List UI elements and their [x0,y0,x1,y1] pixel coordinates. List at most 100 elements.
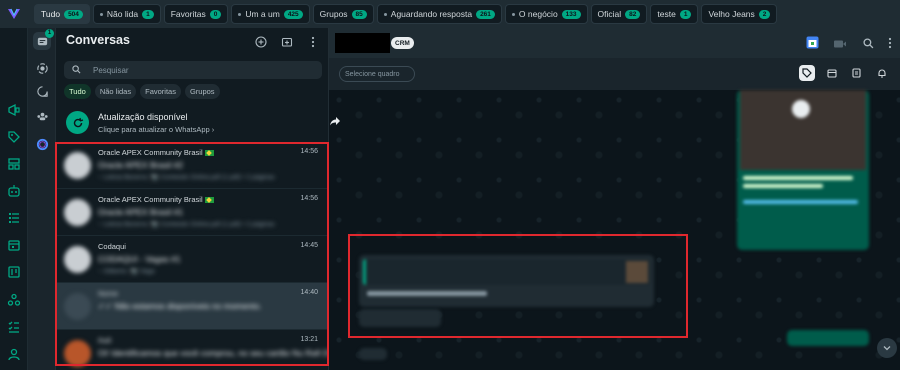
bell-icon[interactable] [874,65,890,81]
chats-icon[interactable]: 1 [33,29,54,50]
filter-count-badge: 0 [209,9,222,19]
status-icon[interactable] [33,59,51,77]
unread-badge: 1 [45,29,54,38]
update-banner[interactable]: Atualização disponível Clique para atual… [56,106,328,142]
chat-time: 14:45 [300,242,318,249]
calendar-icon[interactable] [824,65,840,81]
board-select[interactable]: Selecione quadro [339,66,415,82]
user-icon[interactable] [5,345,23,363]
filter-count-badge: 133 [561,9,581,19]
video-call-icon[interactable] [833,36,849,54]
message-area [329,90,900,370]
avatar [64,246,91,273]
chat-name: Rafi [98,336,111,345]
filter-chip[interactable]: Grupos 85 [312,4,374,24]
filter-chip[interactable]: Velho Jeans 2 [701,4,778,24]
new-group-icon[interactable] [280,35,294,49]
filter-count-badge: 85 [351,9,367,19]
brazil-flag-icon [204,197,214,204]
tab-favoritas[interactable]: Favoritas [140,84,181,99]
app-logo [0,0,28,28]
filter-label: teste [657,9,676,19]
chat-name-text: Rafi [98,336,112,345]
chat-name: Codaqui [98,242,126,251]
chat-time: 13:21 [300,336,318,343]
tab-não-lidas[interactable]: Não lidas [94,84,137,99]
filter-label: Velho Jeans [708,9,755,19]
tab-grupos[interactable]: Grupos [184,84,220,99]
search-icon[interactable] [863,36,874,54]
forward-icon[interactable] [329,113,341,131]
filter-count-badge: 425 [283,9,303,19]
chat-time: 14:56 [300,148,318,155]
filter-label: Não lida [106,9,139,19]
tag-icon[interactable] [799,65,815,81]
update-subtitle: Clique para atualizar o WhatsApp › [98,125,215,134]
filter-chip[interactable]: Tudo 504 [34,4,90,24]
chat-preview: CODAQUI - Vagas #1 [98,254,181,264]
filter-chip[interactable]: Aguardando resposta 261 [376,4,502,24]
filter-label: Grupos [319,9,348,19]
filter-bar: Tudo 504 Não lida 1 Favoritas 0 Um a um 425 Grup… [0,0,900,28]
filter-count-badge: 504 [64,9,83,19]
megaphone-icon[interactable] [5,101,23,119]
network-icon[interactable] [5,291,23,309]
filter-count-badge: 82 [625,9,641,19]
filter-count-badge: 1 [679,9,692,19]
incoming-message-redacted [359,309,441,327]
chat-list-item[interactable]: Rafi 13:21 Oi! Identificamos que você comp… [56,330,341,370]
chat-time: 14:40 [300,289,318,296]
scroll-down-button[interactable] [877,338,897,358]
chat-list-item[interactable]: Nome 14:40 ✓✓ Não estamos disponíveis no m… [56,283,328,330]
filter-chip[interactable]: O negócio 133 [504,4,588,24]
filter-label: Favoritas [170,9,206,19]
filter-chip[interactable]: teste 1 [650,4,699,24]
filter-dot-icon [383,12,387,16]
chat-last-message: ~ Leticia Bezerra: 📷 Conteúdo Online.pdf… [98,174,275,181]
board-icon[interactable] [5,263,23,281]
filter-chip[interactable]: Não lida 1 [92,4,161,24]
chat-area: CRM Selecione quadro [329,28,900,370]
chat-preview: ✓✓ Não estamos disponíveis no momento. [98,301,262,311]
list-icon[interactable] [5,209,23,227]
search-box [64,61,322,79]
menu-kebab-icon[interactable] [888,36,892,54]
avatar [64,199,91,226]
crm-badge[interactable]: CRM [391,37,414,49]
header-actions [806,36,892,54]
chat-preview: Oi! Identificamos que você comprou, no s… [98,348,341,358]
filter-dot-icon [99,12,103,16]
chat-list-item[interactable]: Oracle APEX Community Brasil 14:56 Oracle … [56,189,328,236]
search-input[interactable] [93,65,293,75]
filter-dot-icon [511,12,515,16]
checklist-icon[interactable] [5,318,23,336]
chat-list-item[interactable]: Oracle APEX Community Brasil 14:56 Oracle … [56,142,328,189]
tag-icon[interactable] [5,128,23,146]
chat-name: Oracle APEX Community Brasil [98,148,214,157]
chat-preview: Oracle APEX Brasil #2 [98,160,184,170]
panel-title: Conversas [66,33,130,47]
filter-count-badge: 2 [758,9,771,19]
filter-chip[interactable]: Um a um 425 [231,4,310,24]
chat-preview: Oracle APEX Brasil #1 [98,207,184,217]
tab-tudo[interactable]: Tudo [64,84,91,99]
filter-chip[interactable]: Favoritas 0 [163,4,229,24]
layout-icon[interactable] [5,155,23,173]
filter-chip[interactable]: Oficial 82 [590,4,648,24]
chat-list-item[interactable]: Codaqui 14:45 CODAQUI - Vagas #1 ~ Gilberto… [56,236,328,283]
menu-kebab-icon[interactable] [306,35,320,49]
chat-name-text: Oracle APEX Community Brasil [98,195,203,204]
communities-icon[interactable] [33,107,51,125]
meta-ai-icon[interactable] [33,135,51,153]
new-chat-icon[interactable] [254,35,268,49]
note-edit-icon[interactable] [849,65,865,81]
calendar-app-icon[interactable] [806,36,819,54]
filter-label: Aguardando resposta [390,9,473,19]
channels-icon[interactable] [33,82,51,100]
chat-list: Oracle APEX Community Brasil 14:56 Oracle … [56,142,341,370]
avatar [64,152,91,179]
chat-name-text: Nome [98,289,119,298]
bot-icon[interactable] [5,182,23,200]
incoming-message-redacted [359,348,387,360]
calendar-icon[interactable] [5,236,23,254]
